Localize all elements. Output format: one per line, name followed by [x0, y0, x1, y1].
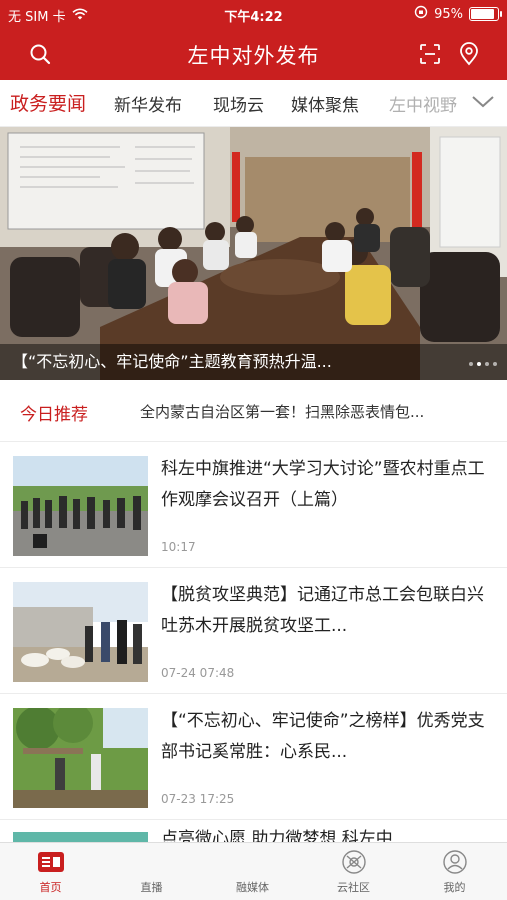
status-bar: 无 SIM 卡 下午4:22 95% — [0, 0, 507, 28]
title-bar: 左中对外发布 — [0, 28, 507, 80]
recommend-label: 今日推荐 — [20, 405, 88, 425]
nav-label: 云社区 — [337, 881, 370, 894]
app-header: 无 SIM 卡 下午4:22 95% 左中对外发布 — [0, 0, 507, 80]
bottom-navigation: 首页 直播 融媒体 云社区 我的 — [0, 842, 507, 900]
profile-icon — [404, 849, 505, 875]
battery-icon — [469, 7, 502, 21]
news-title: 点亮微心愿 助力微梦想 科左中 — [161, 829, 393, 842]
nav-media[interactable]: 融媒体 — [202, 849, 303, 895]
news-title: 【脱贫攻坚典范】记通辽市总工会包联白兴吐苏木开展脱贫攻坚工... — [161, 585, 484, 636]
carousel-dot[interactable] — [493, 362, 497, 366]
news-item[interactable]: 【脱贫攻坚典范】记通辽市总工会包联白兴吐苏木开展脱贫攻坚工... 07-24 0… — [0, 568, 507, 694]
nav-home[interactable]: 首页 — [0, 849, 101, 895]
news-thumbnail — [13, 708, 148, 808]
news-thumbnail — [13, 582, 148, 682]
hero-caption: 【“不忘初心、牢记使命”主题教育预热升温... — [0, 344, 507, 380]
nav-label: 直播 — [140, 881, 163, 894]
news-thumbnail — [13, 832, 148, 842]
tab-zuozhong-view[interactable]: 左中视野 — [389, 91, 461, 116]
hero-banner[interactable]: 【“不忘初心、牢记使命”主题教育预热升温... — [0, 127, 507, 380]
live-icon — [101, 849, 202, 875]
today-recommend[interactable]: 今日推荐 全内蒙古自治区第一套！扫黑除恶表情包... — [0, 380, 507, 442]
nav-community[interactable]: 云社区 — [303, 849, 404, 895]
media-icon — [202, 849, 303, 875]
tab-live-scene[interactable]: 现场云 — [213, 91, 264, 116]
news-time: 07-24 07:48 — [161, 666, 235, 680]
nav-live[interactable]: 直播 — [101, 849, 202, 895]
news-time: 10:17 — [161, 540, 196, 554]
news-title: 【“不忘初心、牢记使命”之榜样】优秀党支部书记奚常胜：心系民... — [161, 711, 485, 762]
carousel-dots — [469, 362, 497, 366]
tab-media-focus[interactable]: 媒体聚焦 — [291, 91, 359, 116]
news-title: 科左中旗推进“大学习大讨论”暨农村重点工作观摩会议召开（上篇） — [161, 459, 485, 510]
category-tabs: 政务要闻 新华发布 现场云 媒体聚焦 左中视野 — [0, 80, 507, 127]
news-item[interactable]: 科左中旗推进“大学习大讨论”暨农村重点工作观摩会议召开（上篇） 10:17 — [0, 442, 507, 568]
home-icon — [0, 849, 101, 875]
tab-xinhua[interactable]: 新华发布 — [114, 91, 182, 116]
chevron-down-icon[interactable] — [471, 94, 495, 113]
orientation-lock-icon — [414, 5, 428, 23]
battery-percent: 95% — [434, 6, 463, 22]
nav-label: 融媒体 — [236, 881, 269, 894]
carousel-dot[interactable] — [469, 362, 473, 366]
news-item[interactable]: 【“不忘初心、牢记使命”之榜样】优秀党支部书记奚常胜：心系民... 07-23 … — [0, 694, 507, 820]
carousel-dot[interactable] — [485, 362, 489, 366]
battery-fill — [471, 9, 494, 19]
status-right: 95% — [414, 5, 502, 23]
meeting-room-photo — [0, 127, 507, 380]
community-icon — [303, 849, 404, 875]
carousel-dot[interactable] — [477, 362, 481, 366]
nav-label: 我的 — [443, 881, 466, 894]
recommend-headline[interactable]: 全内蒙古自治区第一套！扫黑除恶表情包... — [140, 401, 495, 422]
nav-label: 首页 — [39, 881, 62, 894]
tab-government-news[interactable]: 政务要闻 — [10, 89, 86, 116]
scan-icon[interactable] — [416, 40, 444, 68]
news-time: 07-23 17:25 — [161, 792, 235, 806]
nav-profile[interactable]: 我的 — [404, 849, 505, 895]
location-pin-icon[interactable] — [455, 40, 483, 68]
news-thumbnail — [13, 456, 148, 556]
news-item-partial[interactable]: 点亮微心愿 助力微梦想 科左中 — [0, 820, 507, 842]
